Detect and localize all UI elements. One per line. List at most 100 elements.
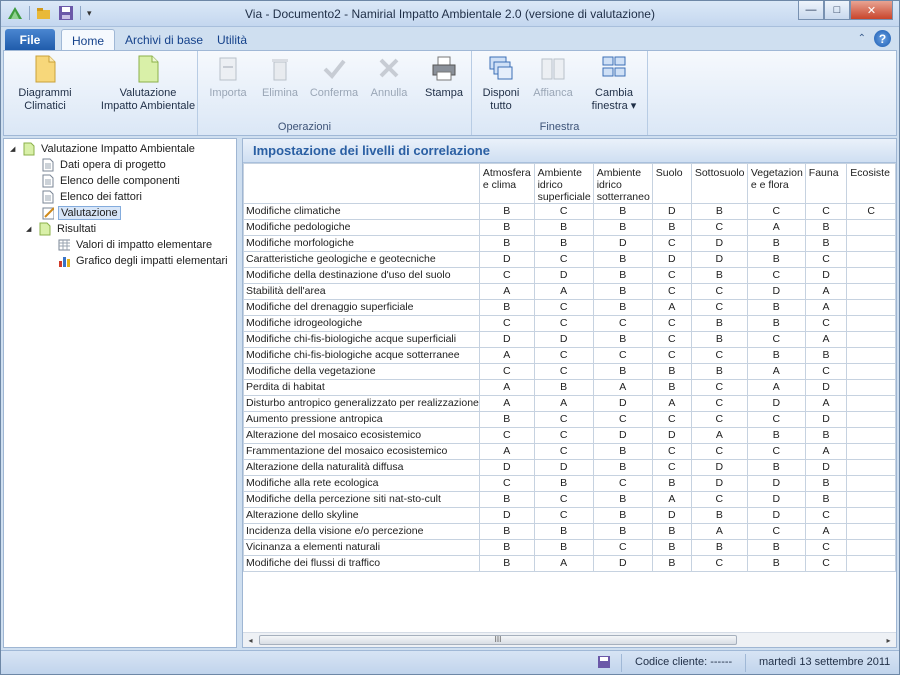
correlation-cell[interactable]: C [690, 395, 748, 412]
correlation-cell[interactable]: B [592, 331, 653, 348]
tab-utilita[interactable]: Utilità [207, 29, 257, 51]
correlation-cell[interactable] [846, 219, 896, 236]
correlation-cell[interactable] [846, 523, 896, 540]
tree-item-elenco-componenti[interactable]: Elenco delle componenti [42, 173, 182, 189]
correlation-cell[interactable]: D [746, 395, 806, 412]
correlation-cell[interactable]: C [690, 347, 748, 364]
correlation-cell[interactable]: C [651, 235, 692, 252]
correlation-cell[interactable]: C [592, 539, 653, 556]
correlation-cell[interactable]: B [804, 475, 848, 492]
correlation-cell[interactable]: A [690, 523, 748, 540]
correlation-cell[interactable]: D [690, 459, 748, 476]
correlation-cell[interactable]: C [533, 411, 594, 428]
tab-home[interactable]: Home [61, 29, 116, 51]
correlation-cell[interactable]: B [592, 491, 653, 508]
correlation-cell[interactable]: C [746, 411, 806, 428]
correlation-cell[interactable]: D [651, 203, 692, 220]
correlation-cell[interactable]: A [651, 299, 692, 316]
correlation-cell[interactable] [846, 347, 896, 364]
correlation-cell[interactable]: B [690, 331, 748, 348]
correlation-cell[interactable]: D [478, 331, 535, 348]
correlation-cell[interactable]: C [804, 363, 848, 380]
correlation-cell[interactable]: C [533, 507, 594, 524]
correlation-cell[interactable]: D [478, 251, 535, 268]
correlation-cell[interactable]: C [804, 203, 848, 220]
correlation-cell[interactable]: C [746, 331, 806, 348]
correlation-cell[interactable]: A [478, 347, 535, 364]
correlation-cell[interactable]: C [651, 347, 692, 364]
tab-file[interactable]: File [5, 29, 55, 51]
correlation-cell[interactable]: B [746, 427, 806, 444]
scroll-left-icon[interactable]: ◂ [243, 633, 258, 647]
tree-item-elenco-fattori[interactable]: Elenco dei fattori [42, 189, 144, 205]
correlation-cell[interactable]: A [651, 491, 692, 508]
correlation-cell[interactable]: B [746, 251, 806, 268]
correlation-cell[interactable]: A [804, 443, 848, 460]
correlation-cell[interactable]: C [804, 507, 848, 524]
correlation-cell[interactable]: B [592, 443, 653, 460]
correlation-cell[interactable]: C [651, 315, 692, 332]
importa-button[interactable]: Importa [204, 55, 252, 100]
correlation-cell[interactable]: D [746, 283, 806, 300]
correlation-cell[interactable]: B [804, 347, 848, 364]
correlation-cell[interactable]: B [478, 555, 535, 572]
correlation-cell[interactable]: B [651, 379, 692, 396]
tree-item-grafico-impatti[interactable]: Grafico degli impatti elementari [58, 253, 230, 269]
correlation-cell[interactable] [846, 427, 896, 444]
correlation-cell[interactable]: B [533, 379, 594, 396]
correlation-cell[interactable]: B [592, 283, 653, 300]
correlation-cell[interactable]: B [690, 267, 748, 284]
correlation-cell[interactable]: A [804, 395, 848, 412]
correlation-cell[interactable]: B [804, 235, 848, 252]
conferma-button[interactable]: Conferma [306, 55, 362, 100]
correlation-cell[interactable]: B [746, 539, 806, 556]
correlation-cell[interactable]: B [804, 491, 848, 508]
correlation-cell[interactable]: A [592, 379, 653, 396]
correlation-cell[interactable]: C [592, 475, 653, 492]
correlation-cell[interactable]: A [478, 379, 535, 396]
correlation-cell[interactable]: C [746, 267, 806, 284]
correlation-cell[interactable]: C [533, 443, 594, 460]
tree-root[interactable]: ◢ Valutazione Impatto Ambientale [10, 141, 197, 157]
correlation-cell[interactable]: B [746, 315, 806, 332]
correlation-cell[interactable]: B [533, 523, 594, 540]
collapse-ribbon-icon[interactable]: ⌃ [858, 33, 866, 44]
minimize-button[interactable]: — [798, 1, 824, 20]
correlation-cell[interactable]: B [651, 363, 692, 380]
affianca-button[interactable]: Affianca [528, 55, 578, 100]
correlation-cell[interactable]: A [804, 331, 848, 348]
correlation-cell[interactable]: C [478, 427, 535, 444]
correlation-cell[interactable]: B [690, 539, 748, 556]
correlation-cell[interactable]: B [651, 523, 692, 540]
correlation-cell[interactable]: C [651, 267, 692, 284]
tree-item-dati-opera[interactable]: Dati opera di progetto [42, 157, 168, 173]
correlation-cell[interactable]: C [592, 411, 653, 428]
expand-triangle-icon[interactable]: ◢ [26, 225, 35, 233]
disponi-tutto-button[interactable]: Disponi tutto [478, 55, 524, 113]
correlation-cell[interactable]: B [746, 347, 806, 364]
correlation-cell[interactable]: B [592, 299, 653, 316]
tab-archivi-di-base[interactable]: Archivi di base [115, 29, 213, 51]
correlation-cell[interactable]: D [804, 267, 848, 284]
correlation-cell[interactable] [846, 283, 896, 300]
correlation-cell[interactable]: B [804, 219, 848, 236]
correlation-cell[interactable]: C [690, 443, 748, 460]
correlation-cell[interactable]: C [651, 283, 692, 300]
correlation-cell[interactable]: A [478, 443, 535, 460]
correlation-cell[interactable]: C [651, 411, 692, 428]
correlation-cell[interactable]: C [533, 347, 594, 364]
correlation-cell[interactable]: C [690, 283, 748, 300]
correlation-cell[interactable] [846, 395, 896, 412]
tree-item-valori-impatto[interactable]: Valori di impatto elementare [58, 237, 214, 253]
correlation-cell[interactable]: D [533, 459, 594, 476]
stampa-button[interactable]: Stampa [420, 55, 468, 100]
correlation-cell[interactable]: B [478, 219, 535, 236]
correlation-cell[interactable]: A [746, 363, 806, 380]
correlation-cell[interactable]: D [592, 395, 653, 412]
correlation-cell[interactable]: B [478, 523, 535, 540]
correlation-cell[interactable]: B [651, 555, 692, 572]
correlation-cell[interactable]: B [746, 459, 806, 476]
correlation-cell[interactable]: D [804, 459, 848, 476]
correlation-cell[interactable]: B [478, 203, 535, 220]
correlation-cell[interactable]: A [746, 379, 806, 396]
